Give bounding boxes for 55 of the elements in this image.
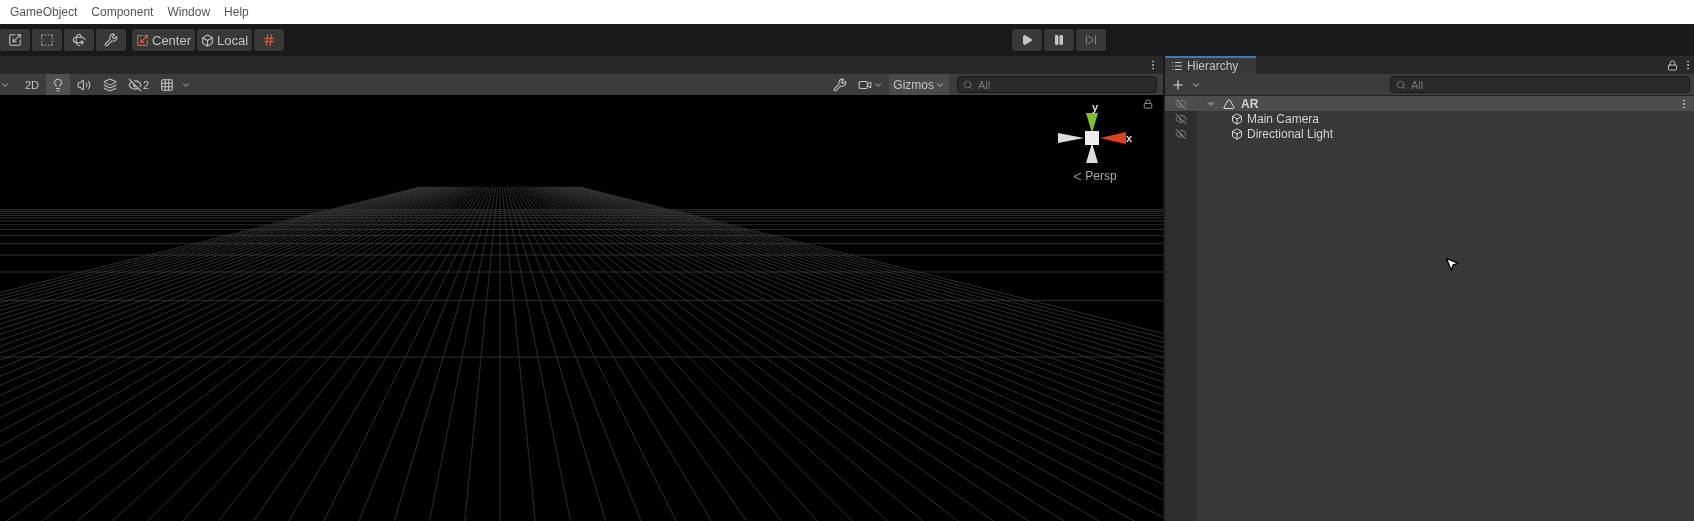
play-button[interactable]	[1012, 29, 1042, 51]
wrench-icon	[104, 33, 118, 47]
list-icon	[1171, 60, 1183, 72]
search-field[interactable]: All	[1390, 76, 1690, 93]
pivot-button[interactable]: Center	[132, 29, 196, 51]
hierarchy-row[interactable]: Main Camera	[1165, 111, 1694, 126]
search-icon	[1396, 80, 1406, 90]
tools-button[interactable]	[96, 29, 126, 51]
step-icon	[1085, 34, 1097, 46]
menu-item[interactable]: Component	[91, 5, 154, 19]
layers-icon	[103, 77, 117, 92]
object-name: Directional Light	[1247, 126, 1334, 141]
pause-icon	[1053, 34, 1065, 46]
object-name: AR	[1241, 96, 1259, 111]
cube-icon	[201, 33, 215, 47]
menu-item[interactable]: Window	[167, 5, 211, 19]
lock-icon[interactable]	[1143, 99, 1153, 109]
add-icon[interactable]	[1171, 77, 1185, 92]
step-button[interactable]	[1076, 29, 1106, 51]
grid-icon	[160, 77, 175, 92]
wrench-icon	[833, 77, 848, 92]
menu-item[interactable]: GameObject	[10, 5, 78, 19]
menu-item[interactable]: Help	[224, 5, 249, 19]
hierarchy-tab[interactable]: Hierarchy	[1165, 56, 1257, 74]
mouse-cursor-icon	[1444, 256, 1460, 272]
eye-off-icon[interactable]	[1175, 127, 1187, 140]
pivot-button[interactable]: Local	[197, 29, 253, 51]
axis-gizmo-drawing	[1057, 113, 1126, 163]
rotate-icon	[72, 33, 86, 47]
hierarchy-row[interactable]: Directional Light	[1165, 126, 1694, 141]
object-name: Main Camera	[1247, 111, 1320, 126]
grid-snap-icon	[262, 33, 277, 47]
hierarchy-row[interactable]: AR	[1165, 96, 1694, 111]
cube-icon	[1231, 127, 1243, 140]
dashed-square-icon	[40, 33, 54, 47]
rotate-tool-button[interactable]	[64, 29, 94, 51]
lock-icon[interactable]	[1667, 60, 1678, 71]
axis-label: x	[1125, 132, 1133, 144]
cube-icon	[1231, 112, 1243, 125]
axis-label: y	[1091, 101, 1099, 113]
speaker-icon	[77, 77, 91, 92]
scale-icon	[8, 33, 22, 47]
scene-toggle[interactable]	[46, 74, 70, 95]
gizmos-button[interactable]: Gizmos	[889, 74, 949, 95]
search-field[interactable]: All	[957, 76, 1157, 93]
rect-tool-button[interactable]	[32, 29, 62, 51]
pause-button[interactable]	[1044, 29, 1074, 51]
snap-button[interactable]	[254, 29, 285, 51]
scale-tool-button[interactable]	[0, 29, 30, 51]
search-icon	[963, 80, 973, 90]
projection-label[interactable]: Persp	[1085, 169, 1117, 183]
eye-off-icon[interactable]	[1175, 112, 1187, 125]
play-icon	[1021, 34, 1033, 46]
eye-off-icon	[128, 77, 142, 92]
lightbulb-icon	[51, 77, 65, 92]
